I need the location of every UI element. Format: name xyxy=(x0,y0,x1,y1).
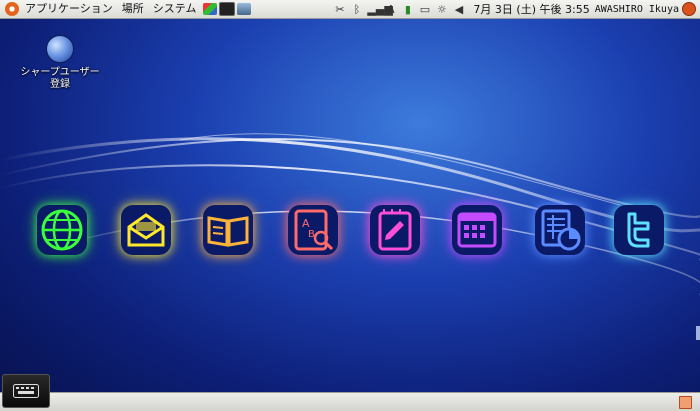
menu-places[interactable]: 場所 xyxy=(120,0,151,18)
desktop-icon-label-line1: シャープユーザー xyxy=(20,67,100,78)
editor-launcher-icon[interactable] xyxy=(237,3,252,15)
app-launcher-icon[interactable] xyxy=(203,3,218,15)
tools-icon[interactable]: ✂ xyxy=(333,3,346,16)
volume-icon[interactable]: ◀ xyxy=(452,3,465,16)
ebook-icon[interactable] xyxy=(203,205,253,255)
bluetooth-icon[interactable]: ᛒ xyxy=(350,3,363,16)
network-icon[interactable]: ▮ xyxy=(401,3,414,16)
menu-system[interactable]: システム xyxy=(151,0,204,18)
keyboard-icon xyxy=(13,384,39,398)
user-name[interactable]: AWASHIRO Ikuya xyxy=(595,4,679,15)
clock[interactable]: 7月 3日 (土) 午後 3:55 xyxy=(473,1,589,17)
spreadsheet-icon[interactable] xyxy=(535,205,585,255)
bottom-panel xyxy=(0,392,700,411)
system-tray: ✂ ᛒ ▂▄▆ A ▮ ▭ ☼ ◀ 7月 3日 (土) 午後 3:55 AWAS… xyxy=(331,0,700,18)
brightness-icon[interactable]: ☼ xyxy=(435,3,448,16)
power-icon[interactable] xyxy=(682,2,696,16)
font-icon[interactable]: A xyxy=(384,3,397,16)
battery-icon[interactable]: ▭ xyxy=(418,3,431,16)
trash-icon[interactable] xyxy=(679,396,692,409)
ubuntu-logo-icon[interactable] xyxy=(5,2,19,16)
desktop-icon-label-line2: 登録 xyxy=(50,79,70,90)
menu-applications[interactable]: アプリケーション xyxy=(23,0,120,18)
onscreen-keyboard-button[interactable] xyxy=(2,374,50,408)
right-edge-handle[interactable] xyxy=(696,326,700,340)
globe-icon xyxy=(46,35,74,63)
dictionary-icon[interactable]: AB xyxy=(288,205,338,255)
signal-icon[interactable]: ▂▄▆ xyxy=(367,3,392,16)
mail-icon[interactable] xyxy=(121,205,171,255)
calendar-icon[interactable] xyxy=(452,205,502,255)
desktop-icon-sharp-user-registration[interactable]: シャープユーザー 登録 xyxy=(10,35,110,91)
note-icon[interactable] xyxy=(370,205,420,255)
terminal-launcher-icon[interactable] xyxy=(219,2,236,16)
desktop: シャープユーザー 登録 AB xyxy=(0,0,700,410)
browser-globe-icon[interactable] xyxy=(37,205,87,255)
menu-bar: アプリケーション 場所 システム xyxy=(0,0,253,18)
top-panel: アプリケーション 場所 システム ✂ ᛒ ▂▄▆ A ▮ ▭ ☼ ◀ 7月 3日… xyxy=(0,0,700,19)
twitter-icon[interactable] xyxy=(614,205,664,255)
